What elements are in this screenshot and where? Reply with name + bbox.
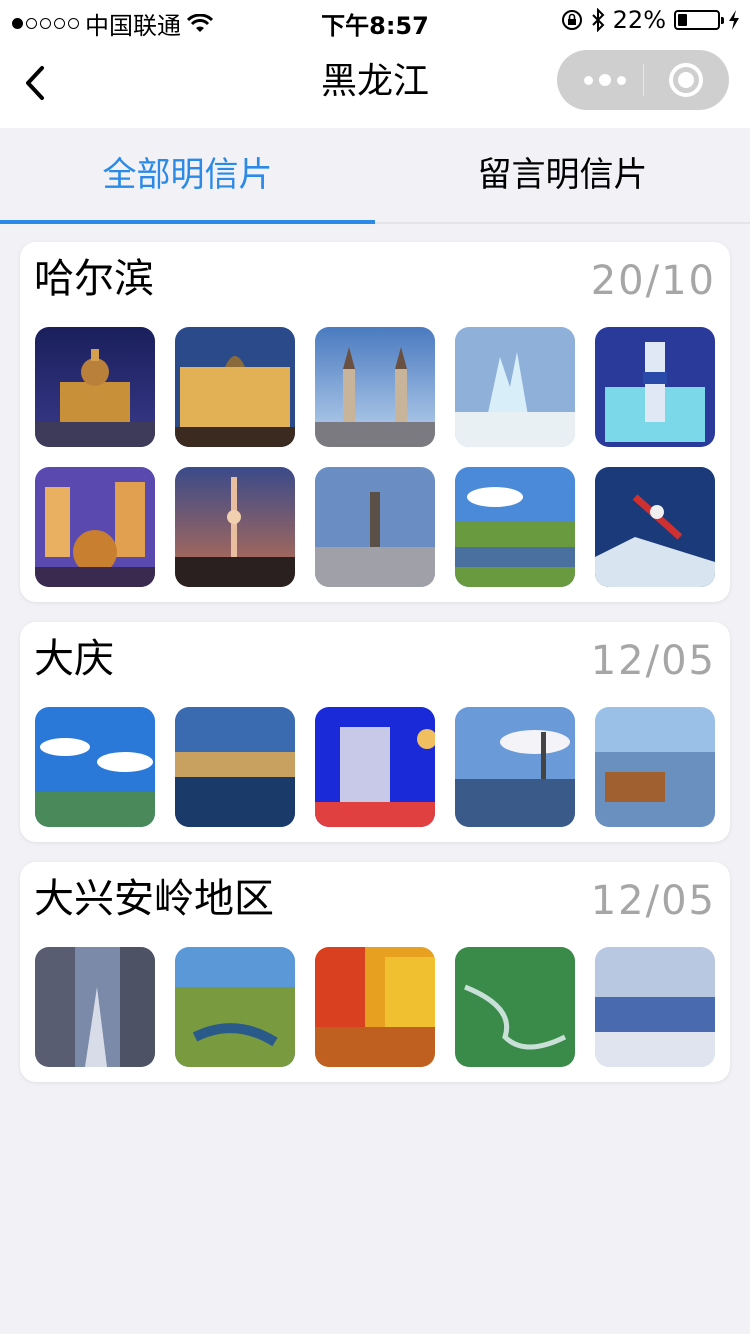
city-card-daxinganling[interactable]: 大兴安岭地区 12/05 <box>20 862 730 1082</box>
postcard-thumbnail[interactable] <box>455 707 575 827</box>
postcard-thumbnail[interactable] <box>175 327 295 447</box>
postcard-thumbnail[interactable] <box>595 707 715 827</box>
postcard-thumbnail[interactable] <box>455 327 575 447</box>
more-button[interactable] <box>581 70 629 90</box>
battery-percent: 22% <box>612 6 666 34</box>
orientation-lock-icon <box>561 10 582 30</box>
city-card-harbin[interactable]: 哈尔滨 20/10 <box>20 242 730 602</box>
tab-message-postcards[interactable]: 留言明信片 <box>375 128 750 222</box>
mini-program-capsule <box>557 50 729 110</box>
city-name: 大庆 <box>34 636 114 682</box>
card-date: 12/05 <box>590 878 716 924</box>
postcard-thumbnail[interactable] <box>315 467 435 587</box>
postcard-thumbnail[interactable] <box>315 707 435 827</box>
postcard-thumbnail[interactable] <box>595 327 715 447</box>
photo-grid <box>35 947 715 1067</box>
city-card-daqing[interactable]: 大庆 12/05 <box>20 622 730 842</box>
postcard-thumbnail[interactable] <box>455 467 575 587</box>
postcard-thumbnail[interactable] <box>455 947 575 1067</box>
postcard-thumbnail[interactable] <box>315 947 435 1067</box>
close-button[interactable] <box>669 63 703 97</box>
postcard-thumbnail[interactable] <box>35 327 155 447</box>
postcard-thumbnail[interactable] <box>595 947 715 1067</box>
photo-grid <box>35 707 715 827</box>
postcard-thumbnail[interactable] <box>35 467 155 587</box>
postcard-thumbnail[interactable] <box>35 707 155 827</box>
charging-icon <box>729 10 739 30</box>
city-name: 大兴安岭地区 <box>34 876 274 922</box>
card-date: 12/05 <box>590 638 716 684</box>
status-right: 22% <box>561 6 740 34</box>
tab-all-postcards[interactable]: 全部明信片 <box>0 128 375 222</box>
navigation-bar: 黑龙江 <box>0 40 750 128</box>
postcard-thumbnail[interactable] <box>175 707 295 827</box>
postcard-thumbnail[interactable] <box>175 947 295 1067</box>
card-date: 20/10 <box>590 258 716 304</box>
postcard-thumbnail[interactable] <box>175 467 295 587</box>
active-tab-indicator <box>0 220 375 224</box>
capsule-divider <box>643 64 644 96</box>
bluetooth-icon <box>591 8 605 32</box>
postcard-thumbnail[interactable] <box>35 947 155 1067</box>
postcard-thumbnail[interactable] <box>315 327 435 447</box>
city-name: 哈尔滨 <box>34 256 154 302</box>
tab-bar: 全部明信片 留言明信片 <box>0 128 750 224</box>
photo-grid <box>35 327 715 587</box>
battery-icon <box>674 10 724 30</box>
postcard-thumbnail[interactable] <box>595 467 715 587</box>
status-bar: 中国联通 下午8:57 22% <box>0 0 750 40</box>
